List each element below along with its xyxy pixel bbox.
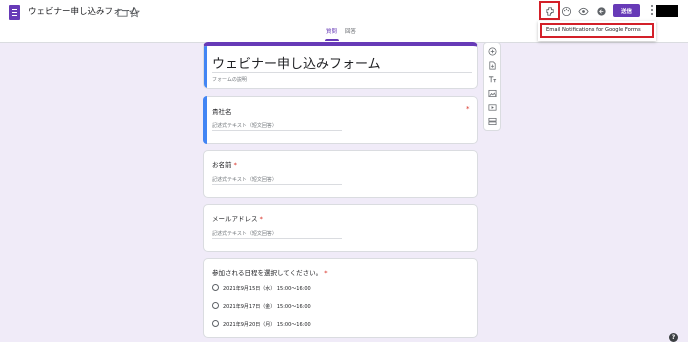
question-card[interactable]: 貴社名 * 記述式テキスト（短文回答） (203, 96, 478, 144)
tab-questions[interactable]: 質問 (326, 27, 337, 35)
form-description[interactable]: フォームの説明 (212, 76, 247, 83)
radio-option[interactable] (212, 284, 219, 291)
preview-icon[interactable] (575, 3, 591, 19)
short-answer-placeholder: 記述式テキスト（短文回答） (212, 177, 277, 183)
addon-menu: Email Notifications for Google Forms (538, 21, 656, 41)
question-label[interactable]: 貴社名 (212, 106, 232, 116)
answer-underline (212, 238, 342, 239)
title-underline (212, 72, 472, 73)
required-mark: * (466, 105, 470, 113)
folder-icon[interactable] (116, 5, 128, 19)
short-answer-placeholder: 記述式テキスト（短文回答） (212, 231, 277, 237)
radio-option[interactable] (212, 320, 219, 327)
question-card[interactable]: お名前 * 記述式テキスト（短文回答） (203, 150, 478, 198)
import-icon[interactable] (487, 60, 498, 71)
side-toolbar (483, 42, 501, 131)
add-image-icon[interactable] (487, 88, 498, 99)
addon-highlight-box (539, 1, 560, 20)
question-card[interactable]: メールアドレス * 記述式テキスト（短文回答） (203, 204, 478, 252)
add-title-icon[interactable] (487, 74, 498, 85)
question-card[interactable]: 参加される日程を選択してください。 * 2021年9月15日（水） 15:00〜… (203, 258, 478, 338)
google-forms-logo-icon[interactable] (9, 5, 20, 20)
question-label[interactable]: メールアドレス * (212, 213, 263, 223)
help-icon[interactable]: ? (669, 333, 678, 342)
palette-icon[interactable] (558, 3, 574, 19)
form-title[interactable]: ウェビナー申し込みフォーム (212, 53, 381, 72)
active-card-bar (203, 96, 207, 144)
radio-option-label: 2021年9月17日（金） 15:00〜16:00 (223, 304, 311, 310)
question-label[interactable]: お名前 * (212, 159, 237, 169)
add-video-icon[interactable] (487, 102, 498, 113)
avatar[interactable] (656, 5, 678, 17)
undo-icon[interactable] (593, 3, 609, 19)
answer-underline (212, 184, 342, 185)
send-button[interactable]: 送信 (613, 4, 640, 17)
radio-option[interactable] (212, 302, 219, 309)
add-question-icon[interactable] (487, 46, 498, 57)
add-section-icon[interactable] (487, 116, 498, 127)
radio-option-label: 2021年9月20日（月） 15:00〜16:00 (223, 322, 311, 328)
radio-option-label: 2021年9月15日（水） 15:00〜16:00 (223, 286, 311, 292)
answer-underline (212, 130, 342, 131)
question-label[interactable]: 参加される日程を選択してください。 * (212, 267, 327, 277)
addon-menu-item-email-notifications[interactable]: Email Notifications for Google Forms (540, 23, 654, 38)
short-answer-placeholder: 記述式テキスト（短文回答） (212, 123, 277, 129)
active-card-bar (204, 46, 207, 88)
active-tab-indicator (325, 39, 339, 41)
more-options-icon[interactable] (649, 4, 655, 16)
form-header-card[interactable]: ウェビナー申し込みフォーム フォームの説明 (203, 42, 478, 89)
tab-responses[interactable]: 回答 (345, 27, 356, 35)
star-icon[interactable] (128, 5, 140, 19)
